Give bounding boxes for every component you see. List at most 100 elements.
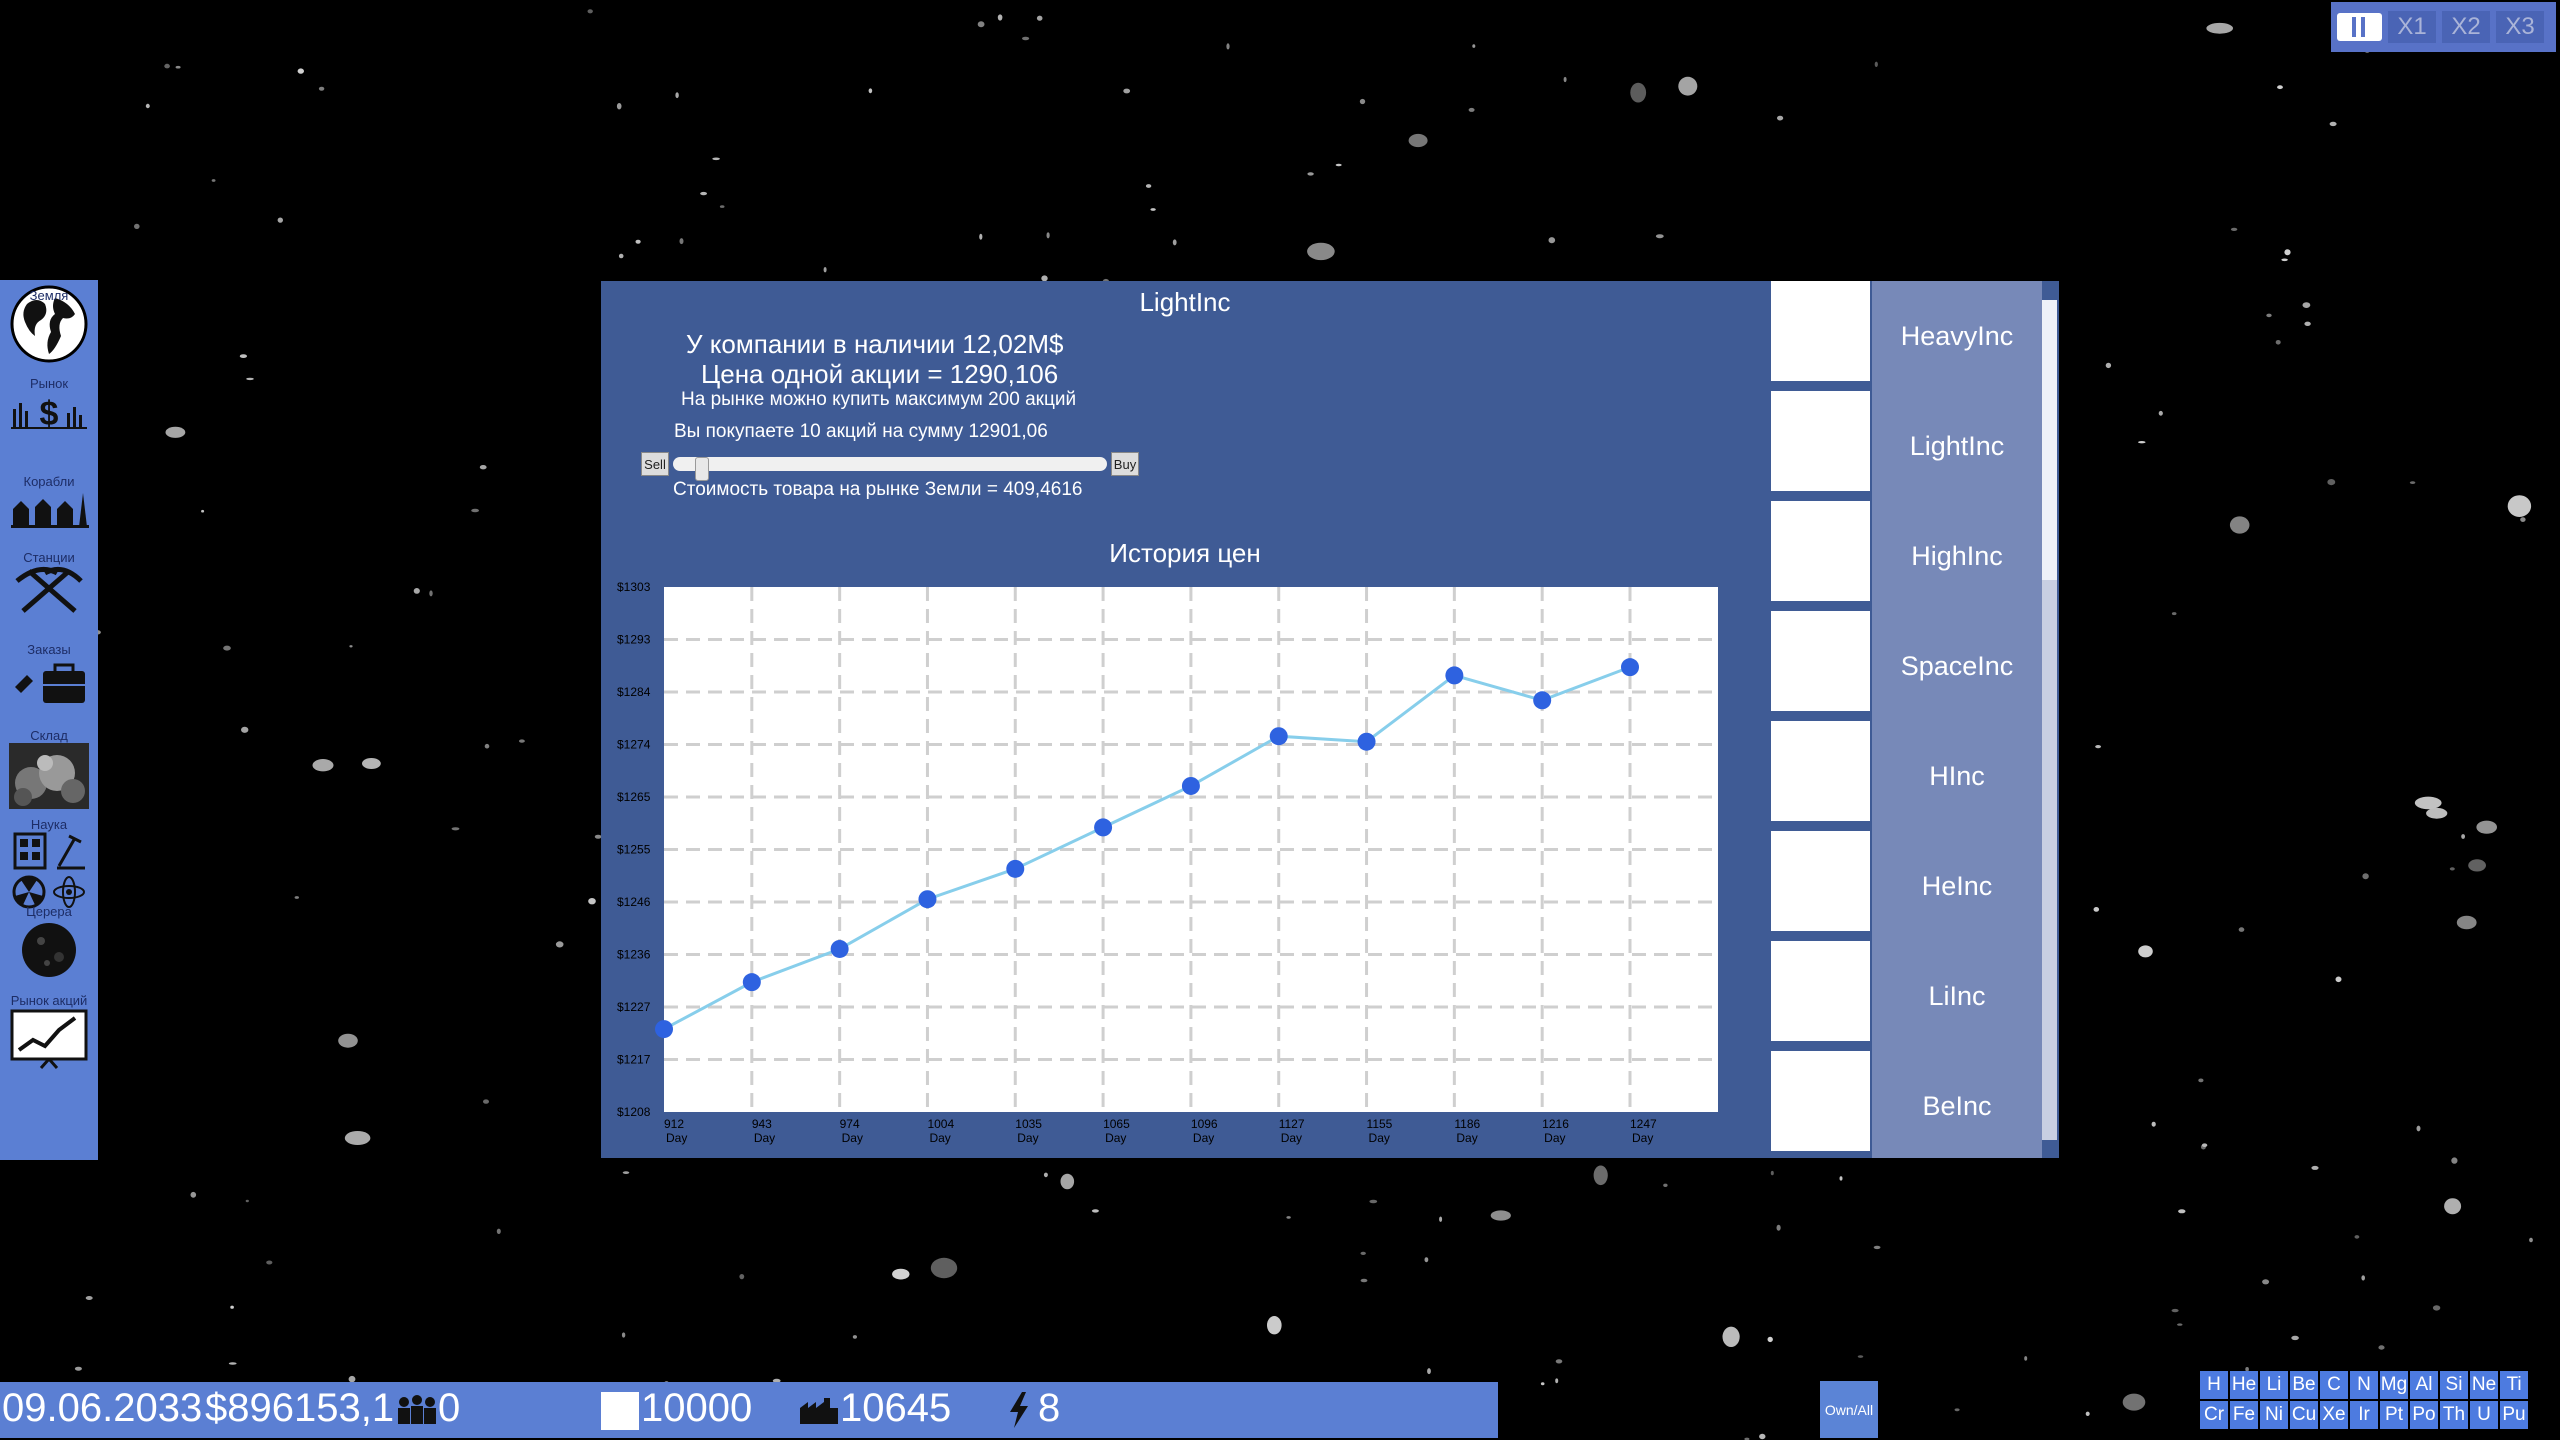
slider-track[interactable]	[673, 457, 1107, 481]
asteroid	[312, 759, 334, 772]
company-button[interactable]: LightInc	[1872, 391, 2042, 501]
asteroid	[1555, 1378, 1559, 1384]
sidebar-item-orders[interactable]: Заказы	[0, 642, 98, 707]
asteroid	[451, 827, 460, 831]
price-point[interactable]	[1006, 859, 1025, 878]
sidebar-item-stock-market[interactable]: Рынок акций	[0, 993, 98, 1070]
company-thumbnail[interactable]	[1771, 281, 1870, 381]
scrollbar-thumb[interactable]	[2042, 300, 2057, 580]
price-point[interactable]	[655, 1020, 673, 1039]
element-filter-h[interactable]: H	[2200, 1371, 2228, 1399]
element-filter-th[interactable]: Th	[2440, 1401, 2468, 1429]
company-list-item[interactable]: LightInc	[1769, 391, 2059, 501]
asteroid	[1091, 1209, 1099, 1213]
element-filter-cr[interactable]: Cr	[2200, 1401, 2228, 1429]
speed-x3-button[interactable]: X3	[2496, 11, 2544, 43]
asteroid	[175, 65, 181, 69]
x-tick-unit: Day	[1369, 1131, 1390, 1145]
company-thumbnail[interactable]	[1771, 501, 1870, 601]
company-button[interactable]: HInc	[1872, 721, 2042, 831]
element-filter-li[interactable]: Li	[2260, 1371, 2288, 1399]
sidebar-item-science[interactable]: Наука	[0, 817, 98, 910]
price-point[interactable]	[1094, 818, 1113, 837]
asteroid	[241, 726, 249, 733]
speed-controls: X1 X2 X3	[2331, 2, 2556, 52]
element-filter-ni[interactable]: Ni	[2260, 1401, 2288, 1429]
company-thumbnail[interactable]	[1771, 1051, 1870, 1151]
asteroid	[1767, 1336, 1773, 1343]
sidebar-item-ships[interactable]: Корабли	[0, 474, 98, 529]
element-filter-mg[interactable]: Mg	[2380, 1371, 2408, 1399]
sidebar-item-earth[interactable]: Земля	[0, 284, 98, 364]
asteroid	[2416, 1125, 2421, 1132]
slider-handle[interactable]	[694, 457, 709, 481]
element-filter-al[interactable]: Al	[2410, 1371, 2438, 1399]
company-list-item[interactable]: HighInc	[1769, 501, 2059, 611]
company-thumbnail[interactable]	[1771, 721, 1870, 821]
sidebar-item-ceres[interactable]: Церера	[0, 904, 98, 981]
element-filter-pu[interactable]: Pu	[2500, 1401, 2528, 1429]
element-filter-si[interactable]: Si	[2440, 1371, 2468, 1399]
price-point[interactable]	[1357, 732, 1376, 751]
share-amount-slider[interactable]: Sell Buy	[641, 452, 1139, 481]
asteroid	[2266, 313, 2272, 318]
buy-button[interactable]: Buy	[1111, 452, 1139, 476]
element-filter-ir[interactable]: Ir	[2350, 1401, 2378, 1429]
element-filter-be[interactable]: Be	[2290, 1371, 2318, 1399]
speed-x2-button[interactable]: X2	[2442, 11, 2490, 43]
price-point[interactable]	[918, 890, 937, 909]
sidebar-item-market[interactable]: Рынок $	[0, 376, 98, 431]
sidebar-item-stations[interactable]: Станции	[0, 550, 98, 615]
company-button[interactable]: SpaceInc	[1872, 611, 2042, 721]
asteroid	[823, 267, 827, 273]
x-tick-unit: Day	[1544, 1131, 1565, 1145]
company-list-scrollbar[interactable]	[2042, 300, 2057, 1140]
price-point[interactable]	[830, 939, 849, 958]
element-filter-ti[interactable]: Ti	[2500, 1371, 2528, 1399]
element-filter-xe[interactable]: Xe	[2320, 1401, 2348, 1429]
y-tick-label: $1246	[617, 895, 651, 909]
asteroid	[349, 645, 353, 648]
asteroid	[2138, 945, 2153, 958]
price-point[interactable]	[1533, 691, 1552, 710]
company-thumbnail[interactable]	[1771, 611, 1870, 711]
company-list-item[interactable]: BeInc	[1769, 1051, 2059, 1158]
company-button[interactable]: HeavyInc	[1872, 281, 2042, 391]
company-thumbnail[interactable]	[1771, 831, 1870, 931]
price-point[interactable]	[1445, 666, 1464, 685]
element-filter-po[interactable]: Po	[2410, 1401, 2438, 1429]
share-price: Цена одной акции = 1290,106	[701, 359, 1059, 389]
price-point[interactable]	[1269, 727, 1288, 746]
element-filter-u[interactable]: U	[2470, 1401, 2498, 1429]
company-button[interactable]: LiInc	[1872, 941, 2042, 1051]
element-filter-c[interactable]: C	[2320, 1371, 2348, 1399]
company-list-item[interactable]: LiInc	[1769, 941, 2059, 1051]
company-thumbnail[interactable]	[1771, 941, 1870, 1041]
company-list-item[interactable]: SpaceInc	[1769, 611, 2059, 721]
company-list-item[interactable]: HeInc	[1769, 831, 2059, 941]
element-filter-pt[interactable]: Pt	[2380, 1401, 2408, 1429]
company-list-item[interactable]: HeavyInc	[1769, 281, 2059, 391]
asteroid	[1663, 1183, 1668, 1188]
own-all-toggle-button[interactable]: Own/All	[1820, 1381, 1878, 1438]
element-filter-fe[interactable]: Fe	[2230, 1401, 2258, 1429]
speed-x1-button[interactable]: X1	[2388, 11, 2436, 43]
company-list-item[interactable]: HInc	[1769, 721, 2059, 831]
company-thumbnail[interactable]	[1771, 391, 1870, 491]
company-button[interactable]: BeInc	[1872, 1051, 2042, 1158]
element-filter-ne[interactable]: Ne	[2470, 1371, 2498, 1399]
element-filter-he[interactable]: He	[2230, 1371, 2258, 1399]
sidebar-item-warehouse[interactable]: Склад	[0, 728, 98, 809]
price-point[interactable]	[1621, 658, 1639, 677]
sell-button[interactable]: Sell	[641, 452, 669, 476]
element-filter-cu[interactable]: Cu	[2290, 1401, 2318, 1429]
asteroid	[868, 88, 873, 94]
company-button[interactable]: HeInc	[1872, 831, 2042, 941]
earth-market-price: Стоимость товара на рынке Земли = 409,46…	[673, 479, 1083, 500]
price-point[interactable]	[1181, 776, 1200, 795]
company-button[interactable]: HighInc	[1872, 501, 2042, 611]
price-point[interactable]	[742, 973, 761, 992]
sidebar-label: Заказы	[27, 642, 71, 657]
element-filter-n[interactable]: N	[2350, 1371, 2378, 1399]
pause-icon[interactable]	[2337, 13, 2382, 41]
